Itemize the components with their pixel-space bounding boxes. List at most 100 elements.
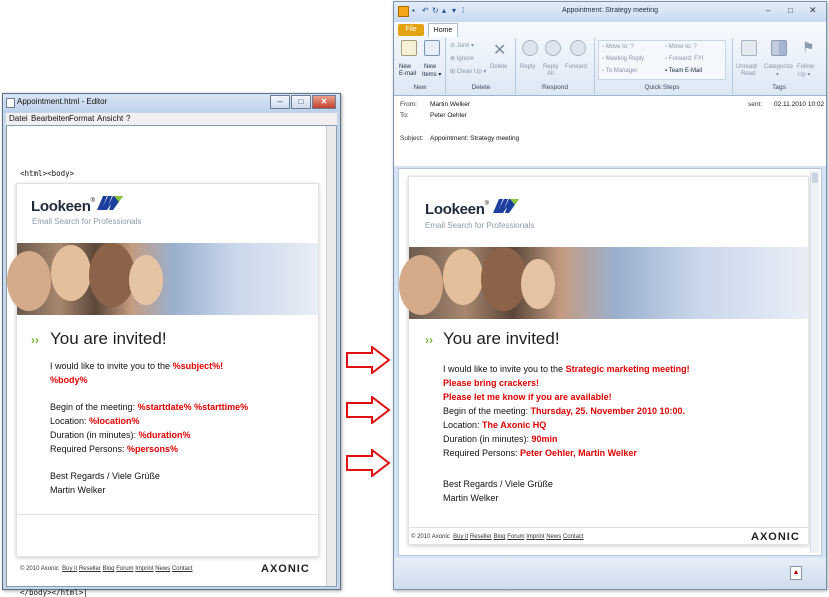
tab-file[interactable]: File <box>398 24 424 36</box>
menu-bearbeiten[interactable]: Bearbeiten <box>31 114 70 123</box>
footer-link-blog[interactable]: Blog <box>494 534 506 540</box>
quick-steps-gallery: ▫ Move to: ? ▫ Meeting Reply ▫ To Manage… <box>598 40 726 80</box>
new-items-icon <box>424 40 440 56</box>
footer-link-reseller[interactable]: Reseller <box>470 534 492 540</box>
message-header: From: Martin Welker To: Peter Oehler sen… <box>394 96 826 166</box>
unread-label-2: Read <box>741 71 756 77</box>
footer-link-news[interactable]: News <box>546 534 561 540</box>
begin-label: Begin of the meeting: <box>50 402 138 412</box>
delete-label: Delete <box>490 64 508 70</box>
footer-link-imprint[interactable]: Imprint <box>526 534 544 540</box>
scroll-thumb[interactable] <box>812 173 818 183</box>
new-email-label-2: E-mail <box>399 71 417 77</box>
footer-link-buy[interactable]: Buy it <box>62 566 77 572</box>
people-pane-icon[interactable]: ▲ <box>790 566 802 580</box>
ignore-button[interactable]: ⊗ Ignore <box>450 55 474 62</box>
clean-up-button[interactable]: ⊞ Clean Up ▾ <box>450 68 486 75</box>
outlook-titlebar[interactable]: ▪ ↶ ↻ ▴ ▾ ⁞ Appointment: Strategy meetin… <box>394 2 826 22</box>
categorize-label-1: Categorize <box>764 64 794 70</box>
axonic-brand: AXONIC <box>261 563 310 575</box>
new-items-label-2: Items ▾ <box>422 72 442 78</box>
menu-datei[interactable]: Datei <box>9 114 28 123</box>
regards-line: Best Regards / Viele Grüße <box>443 479 553 489</box>
qs-meeting-reply-label: Meeting Reply <box>605 56 645 62</box>
invite-line: I would like to invite you to the Strate… <box>443 364 690 374</box>
close-icon[interactable]: ✕ <box>809 5 817 16</box>
unread-icon <box>741 40 757 56</box>
duration-line: Duration (in minutes): %duration% <box>50 430 191 440</box>
editor-scrollbar[interactable] <box>326 126 336 586</box>
footer-link-contact[interactable]: Contact <box>563 534 584 540</box>
tab-home[interactable]: Home <box>428 23 458 37</box>
qs-team-email-button[interactable]: ▪ Team E-Mail <box>665 68 702 74</box>
body-line-1: Please bring crackers! <box>443 378 540 388</box>
from-value[interactable]: Martin Welker <box>430 101 470 108</box>
subject-label: Subject: <box>400 135 424 142</box>
qs-to-manager-label: To Manager <box>605 68 638 74</box>
qs-meeting-reply-button[interactable]: ▫ Meeting Reply <box>602 56 644 62</box>
lookeen-logo: Lookeen® <box>31 198 95 216</box>
subject-placeholder: %subject%! <box>172 361 224 371</box>
footer-divider <box>17 514 318 515</box>
begin-label: Begin of the meeting: <box>443 406 531 416</box>
footer-link-imprint[interactable]: Imprint <box>135 566 153 572</box>
footer-link-contact[interactable]: Contact <box>172 566 193 572</box>
status-bar: ▲ <box>394 558 826 589</box>
qs-to-manager-button[interactable]: ▫ To Manager <box>602 68 637 74</box>
to-value[interactable]: Peter Oehler <box>430 112 467 119</box>
forward-icon <box>570 40 586 56</box>
junk-button[interactable]: ⊘ Junk ▾ <box>450 42 474 49</box>
close-icon[interactable]: ✕ <box>312 95 336 109</box>
footer-link-forum[interactable]: Forum <box>507 534 524 540</box>
editor-titlebar[interactable]: Appointment.html - Editor – □ ✕ <box>3 94 340 112</box>
code-open-tags: <html><body> <box>20 169 75 178</box>
footer-link-blog[interactable]: Blog <box>103 566 115 572</box>
group-separator <box>515 38 516 94</box>
sent-value: 02.11.2010 10:02 <box>774 101 825 108</box>
qs-forward-fyi-button[interactable]: ▫ Forward: FYI <box>665 56 703 62</box>
invite-heading: You are invited! <box>50 329 167 348</box>
signature-line: Martin Welker <box>50 485 106 495</box>
subject-value-filled: Strategic marketing meeting! <box>565 364 690 374</box>
body-placeholder: %body% <box>50 375 88 385</box>
reading-pane-scrollbar[interactable] <box>810 171 819 553</box>
menu-ansicht[interactable]: Ansicht <box>97 114 123 123</box>
template-footer: © 2010 Axonic Buy it Reseller Blog Forum… <box>20 566 193 572</box>
invite-chevron-icon: ›› <box>425 333 433 347</box>
footer-link-buy[interactable]: Buy it <box>453 534 468 540</box>
menu-help[interactable]: ? <box>126 114 130 123</box>
envelope-icon <box>401 40 417 56</box>
footer-link-forum[interactable]: Forum <box>116 566 133 572</box>
maximize-icon[interactable]: □ <box>291 95 311 109</box>
outlook-title: Appointment: Strategy meeting <box>561 7 659 14</box>
junk-label: Junk ▾ <box>456 43 475 49</box>
qs-move-to2-label: Move to: ? <box>668 44 697 50</box>
editor-text-area[interactable]: <html><body> Lookeen® Email Search for P… <box>6 125 337 597</box>
outlook-window: ▪ ↶ ↻ ▴ ▾ ⁞ Appointment: Strategy meetin… <box>393 1 827 590</box>
duration-placeholder: %duration% <box>138 430 191 440</box>
new-items-label-1: New <box>424 64 437 70</box>
minimize-icon[interactable]: – <box>270 95 290 109</box>
reply-all-label-2: All <box>547 71 554 77</box>
flag-icon: ⚑ <box>802 39 815 55</box>
persons-line: Required Persons: Peter Oehler, Martin W… <box>443 448 637 458</box>
lookeen-mark-icon <box>97 196 123 210</box>
footer-link-news[interactable]: News <box>155 566 170 572</box>
qs-move-to-button[interactable]: ▫ Move to: ? <box>602 44 634 50</box>
reply-all-icon <box>545 40 561 56</box>
location-line: Location: The Axonic HQ <box>443 420 546 430</box>
minimize-icon[interactable]: – <box>766 6 770 15</box>
maximize-icon[interactable]: □ <box>788 6 793 15</box>
sent-label: sent: <box>748 101 763 108</box>
people-photo-banner <box>7 243 318 315</box>
logo-subtitle: Email Search for Professionals <box>32 217 142 226</box>
persons-line: Required Persons: %persons% <box>50 444 178 454</box>
footer-link-reseller[interactable]: Reseller <box>79 566 101 572</box>
from-label: From: <box>400 101 417 108</box>
editor-title: Appointment.html - Editor <box>17 97 108 106</box>
reading-pane[interactable]: Lookeen® Email Search for Professionals … <box>398 168 822 556</box>
menu-format[interactable]: Format <box>69 114 94 123</box>
group-label-quick-steps: Quick Steps <box>644 84 680 91</box>
persons-placeholder: %persons% <box>127 444 179 454</box>
qs-move-to2-button[interactable]: ▫ Move to: ? <box>665 44 697 50</box>
